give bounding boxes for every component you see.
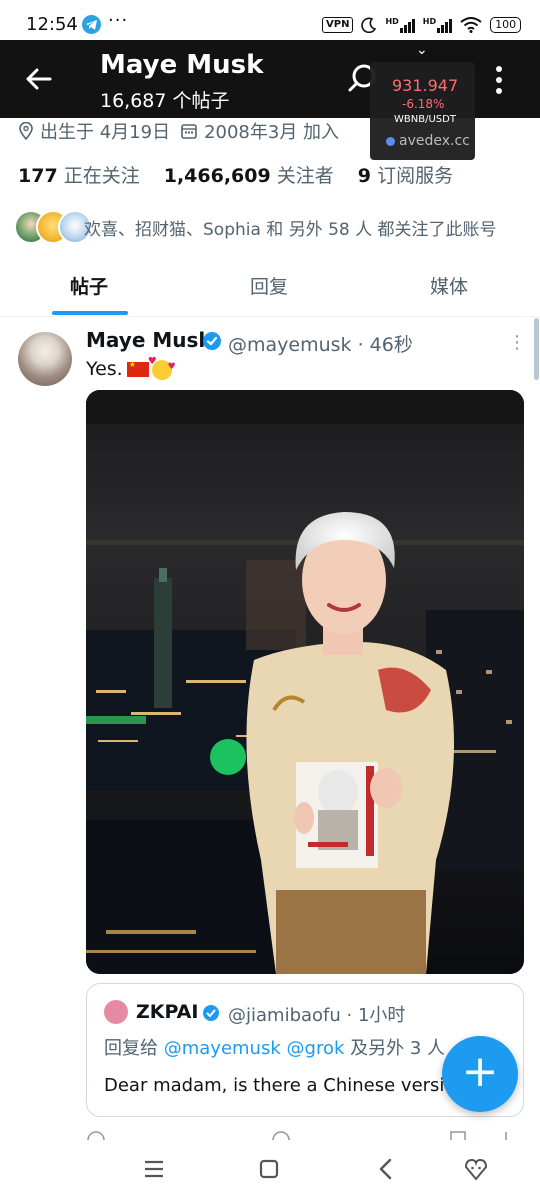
tweet-actions-row [87, 1131, 507, 1140]
menu-lines-icon[interactable] [140, 1155, 168, 1183]
avatar[interactable] [104, 1000, 128, 1024]
followers-stat[interactable]: 1,466,609 关注者 [164, 161, 334, 188]
status-icons: VPN HD HD 100 [322, 14, 522, 36]
signal-icon-2: HD [423, 17, 453, 33]
wifi-icon [460, 17, 482, 33]
followed-by-text[interactable]: 欢喜、招财猫、Sophia 和 另外 58 人 都关注了此账号 [84, 215, 497, 240]
status-time: 12:54 [26, 14, 78, 35]
verified-icon [203, 1005, 219, 1021]
verified-icon [203, 332, 221, 350]
ticker-pair: WBNB/USDT [394, 114, 456, 125]
china-flag-icon [126, 360, 149, 377]
header-name: Maye Musk [100, 50, 264, 80]
tab-replies[interactable]: 回复 [250, 272, 288, 299]
profile-stats: 177 正在关注 1,466,609 关注者 9 订阅服务 [18, 161, 453, 188]
calendar-icon [181, 124, 197, 139]
subscriptions-stat[interactable]: 9 订阅服务 [358, 161, 453, 188]
more-icon[interactable] [486, 62, 512, 98]
followed-by-avatars[interactable] [14, 210, 92, 244]
ticker-site-link[interactable]: avedex.cc [386, 133, 470, 149]
avatar[interactable] [18, 332, 72, 386]
quote-text: Dear madam, is there a Chinese version [104, 1075, 448, 1096]
reply-to-line: 回复给 @mayemusk @grok 及另外 3 人 [104, 1038, 446, 1059]
quote-author-name[interactable]: ZKPAI [136, 1001, 198, 1023]
following-stat[interactable]: 177 正在关注 [18, 161, 140, 188]
scrollbar[interactable] [534, 318, 539, 380]
active-tab-indicator [52, 311, 128, 315]
signal-icon: HD [385, 17, 415, 33]
quote-handle-time[interactable]: @jiamibaofu · 1小时 [228, 1001, 405, 1027]
compose-plus-icon: + [461, 1046, 499, 1097]
mention-link[interactable]: @grok [287, 1038, 345, 1059]
back-chevron-icon[interactable] [372, 1155, 400, 1183]
notification-dots: ··· [108, 10, 129, 31]
tweet-more-icon[interactable]: ⋮ [508, 332, 526, 353]
assistant-icon[interactable] [462, 1155, 490, 1183]
birthday-text: 出生于 4月19日 [40, 122, 171, 143]
tab-posts[interactable]: 帖子 [70, 272, 108, 299]
ticker-price: 931.947 [392, 76, 459, 95]
smiling-face-hearts-icon: ♥ ♥ [148, 356, 176, 380]
profile-info-row: 出生于 4月19日 2008年3月 加入 [18, 118, 339, 144]
location-icon [19, 122, 33, 140]
tab-media[interactable]: 媒体 [430, 272, 468, 299]
back-arrow-icon[interactable] [22, 62, 56, 96]
header-post-count: 16,687 个帖子 [100, 90, 230, 112]
moon-icon [361, 17, 377, 33]
vpn-icon: VPN [322, 17, 354, 33]
compose-button[interactable]: + [442, 1036, 518, 1112]
ticker-change: -6.18% [402, 97, 445, 111]
mention-link[interactable]: @mayemusk [164, 1038, 281, 1059]
telegram-icon [82, 15, 101, 34]
joined-text: 2008年3月 加入 [204, 122, 340, 143]
tweet-handle-time[interactable]: @mayemusk · 46秒 [228, 330, 413, 357]
home-square-icon[interactable] [255, 1155, 283, 1183]
ticker-collapse-icon[interactable]: ⌄ [416, 42, 428, 58]
tweet-photo[interactable] [86, 390, 524, 974]
tweet-text: Yes.♥♥ [86, 356, 176, 381]
battery-icon: 100 [490, 17, 522, 33]
site-icon [386, 136, 395, 146]
tweet-author-name[interactable]: Maye Musk [86, 328, 212, 352]
